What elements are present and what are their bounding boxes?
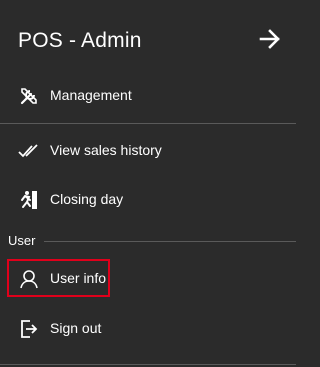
tools-icon [18,85,40,107]
nav-item-management[interactable]: Management [0,76,296,116]
nav-label-management: Management [50,87,132,103]
sign-out-icon [18,318,40,340]
section-header-user: User [8,233,36,248]
collapse-pane-button[interactable] [258,27,282,51]
nav-label-view-sales-history: View sales history [50,142,162,158]
nav-item-closing-day[interactable]: Closing day [0,180,296,220]
app-title: POS - Admin [18,29,142,52]
pane-header: POS - Admin [0,0,296,78]
section-divider [44,241,296,242]
double-check-icon [18,140,40,162]
navigation-pane: POS - Admin Management View sales histor… [0,0,296,367]
exit-running-icon [18,189,40,211]
nav-item-view-sales-history[interactable]: View sales history [0,131,296,171]
arrow-right-icon [259,29,280,49]
nav-label-sign-out: Sign out [50,320,102,336]
section-divider [0,364,296,365]
selection-highlight [7,259,110,297]
nav-item-sign-out[interactable]: Sign out [0,309,296,349]
section-divider [0,123,296,124]
nav-label-closing-day: Closing day [50,191,124,207]
